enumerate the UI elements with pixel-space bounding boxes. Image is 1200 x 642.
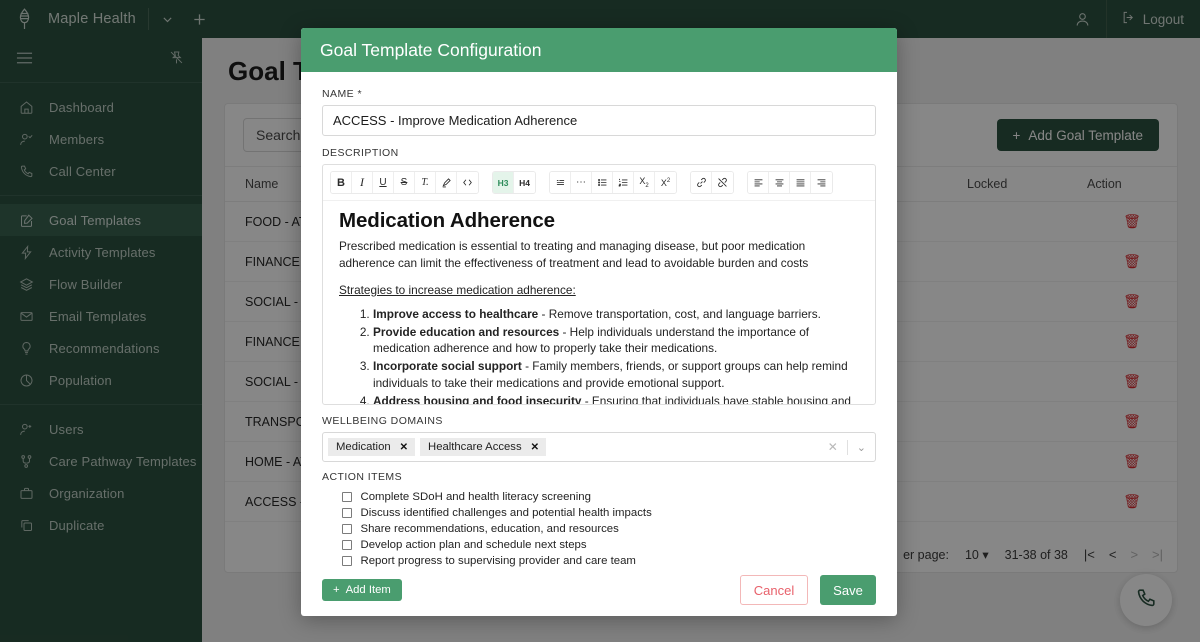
align-justify-icon[interactable] <box>790 172 811 193</box>
heading-3-icon[interactable]: H3 <box>493 172 514 193</box>
wellbeing-chip[interactable]: Medication ✕ <box>328 438 416 456</box>
description-paragraph: Prescribed medication is essential to tr… <box>339 239 809 271</box>
wellbeing-domains-select[interactable]: Medication ✕ Healthcare Access ✕ ✕ ⌄ <box>322 432 876 462</box>
strategy-list-item: Incorporate social support - Family memb… <box>373 358 859 392</box>
checkbox[interactable] <box>342 540 352 550</box>
strategy-title: Incorporate social support <box>373 359 522 374</box>
numbered-list-icon[interactable] <box>613 172 634 193</box>
action-item-label: Develop action plan and schedule next st… <box>360 539 587 551</box>
subscript-icon[interactable]: X2 <box>634 172 655 193</box>
checkbox[interactable] <box>342 524 352 534</box>
action-items-list: Complete SDoH and health literacy screen… <box>322 489 876 569</box>
name-field-label: NAME * <box>322 88 363 100</box>
editor-content[interactable]: Medication Adherence Prescribed medicati… <box>323 200 875 404</box>
toolbar-group-headings: H3 H4 <box>492 171 536 194</box>
clear-format-icon[interactable]: T. <box>415 172 436 193</box>
wellbeing-domains-label: WELLBEING DOMAINS <box>322 415 443 427</box>
heading-4-icon[interactable]: H4 <box>514 172 535 193</box>
rich-text-editor: B I U S T. H3 H4 ⋯ X2 X2 Medication Adhe… <box>322 164 876 405</box>
modal-title: Goal Template Configuration <box>301 28 897 72</box>
toolbar-group-links <box>690 171 734 194</box>
unlink-icon[interactable] <box>712 172 733 193</box>
action-item-row[interactable]: Discuss identified challenges and potent… <box>322 505 876 521</box>
footer-actions: Cancel Save <box>740 575 876 605</box>
toolbar-group-blocks: ⋯ X2 X2 <box>549 171 677 194</box>
goal-template-configuration-modal: Goal Template Configuration NAME * DESCR… <box>301 28 897 616</box>
chip-label: Healthcare Access <box>428 441 522 453</box>
save-button[interactable]: Save <box>820 575 876 605</box>
strategy-list-item: Provide education and resources - Help i… <box>373 324 859 358</box>
description-heading: Medication Adherence <box>339 209 555 232</box>
add-item-button[interactable]: + Add Item <box>322 579 402 601</box>
strategy-title: Address housing and food insecurity <box>373 393 582 404</box>
strategy-description: - Remove transportation, cost, and langu… <box>538 306 821 321</box>
align-right-icon[interactable] <box>811 172 832 193</box>
bold-icon[interactable]: B <box>331 172 352 193</box>
editor-toolbar: B I U S T. H3 H4 ⋯ X2 X2 <box>323 165 875 200</box>
divider <box>846 439 848 455</box>
italic-icon[interactable]: I <box>352 172 373 193</box>
action-item-row[interactable]: Develop action plan and schedule next st… <box>322 537 876 553</box>
chip-remove-icon[interactable]: ✕ <box>531 442 539 453</box>
strategy-title: Provide education and resources <box>373 324 560 339</box>
action-item-row[interactable]: Share recommendations, education, and re… <box>322 521 876 537</box>
bullet-list-icon[interactable] <box>592 172 613 193</box>
cancel-button[interactable]: Cancel <box>740 575 808 605</box>
name-input[interactable] <box>322 105 876 136</box>
horizontal-rule-icon[interactable]: ⋯ <box>571 172 592 193</box>
action-item-row[interactable]: Complete SDoH and health literacy screen… <box>322 489 876 505</box>
wellbeing-chips: Medication ✕ Healthcare Access ✕ <box>328 438 551 456</box>
clear-x-icon[interactable]: ✕ <box>828 440 838 454</box>
align-left-icon[interactable] <box>748 172 769 193</box>
modal-footer: + Add Item Cancel Save <box>301 564 897 616</box>
description-strategy-list: Improve access to healthcare - Remove tr… <box>339 306 859 404</box>
code-icon[interactable] <box>457 172 478 193</box>
description-underlined-line: Strategies to increase medication adhere… <box>339 282 576 297</box>
action-item-label: Complete SDoH and health literacy screen… <box>360 491 591 503</box>
action-item-label: Share recommendations, education, and re… <box>360 523 619 535</box>
chevron-down-icon[interactable]: ⌄ <box>857 441 866 454</box>
link-icon[interactable] <box>691 172 712 193</box>
modal-body: NAME * DESCRIPTION B I U S T. <box>301 72 897 616</box>
add-item-label: Add Item <box>345 584 391 596</box>
action-items-label: ACTION ITEMS <box>322 471 403 483</box>
chip-remove-icon[interactable]: ✕ <box>400 442 408 453</box>
strategy-list-item: Address housing and food insecurity - En… <box>373 393 859 404</box>
checkbox[interactable] <box>342 508 352 518</box>
superscript-icon[interactable]: X2 <box>655 172 676 193</box>
blockquote-icon[interactable] <box>550 172 571 193</box>
strategy-list-item: Improve access to healthcare - Remove tr… <box>373 306 859 323</box>
chip-label: Medication <box>336 441 391 453</box>
highlight-pen-icon[interactable] <box>436 172 457 193</box>
align-center-icon[interactable] <box>769 172 790 193</box>
underline-icon[interactable]: U <box>373 172 394 193</box>
action-item-label: Discuss identified challenges and potent… <box>360 507 652 519</box>
toolbar-group-alignment <box>747 171 833 194</box>
wellbeing-chip[interactable]: Healthcare Access ✕ <box>420 438 546 456</box>
app-root: Maple Health Logout Dashboard Members Ca… <box>0 0 1200 642</box>
checkbox[interactable] <box>342 492 352 502</box>
plus-icon: + <box>333 584 340 596</box>
toolbar-group-text-style: B I U S T. <box>330 171 479 194</box>
description-field-label: DESCRIPTION <box>322 147 399 159</box>
select-controls: ✕ ⌄ <box>828 439 870 455</box>
strategy-title: Improve access to healthcare <box>373 306 539 321</box>
strikethrough-icon[interactable]: S <box>394 172 415 193</box>
